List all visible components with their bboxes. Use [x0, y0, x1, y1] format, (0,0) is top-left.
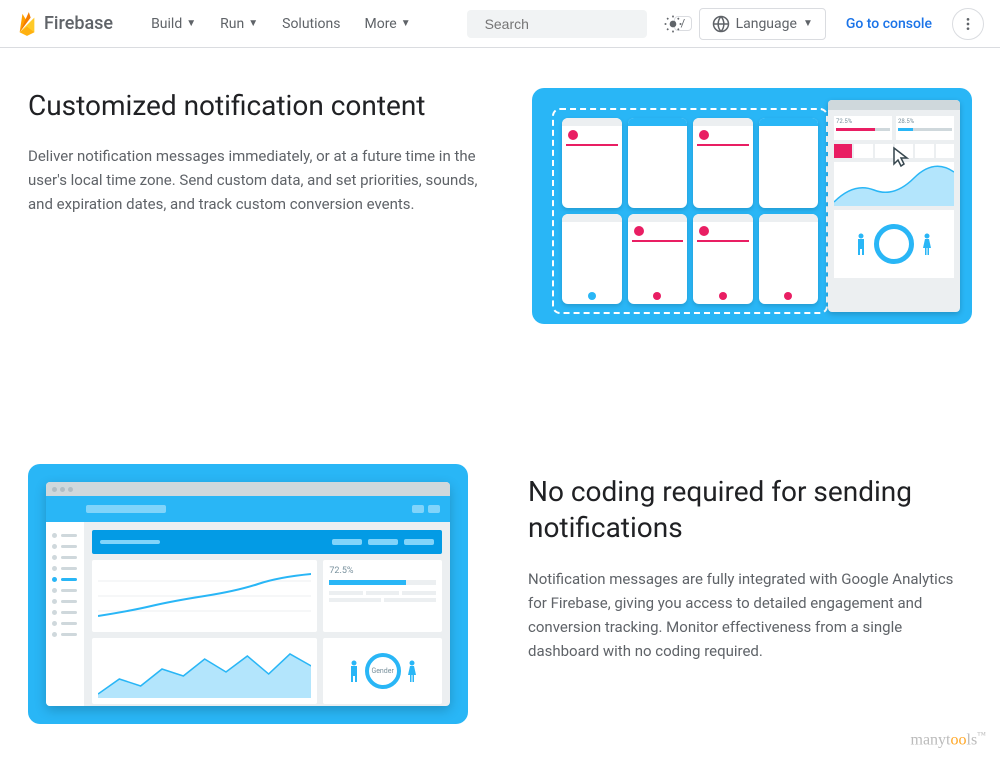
- selected-color-swatch: [834, 144, 852, 158]
- brand-name: Firebase: [44, 13, 113, 34]
- donut-chart: Gender: [365, 653, 401, 689]
- male-icon: [349, 659, 359, 683]
- top-nav: Firebase Build ▼ Run ▼ Solutions More ▼ …: [0, 0, 1000, 48]
- search-input[interactable]: [485, 16, 666, 32]
- feature-1-title: Customized notification content: [28, 88, 492, 124]
- chevron-down-icon: ▼: [248, 18, 258, 29]
- bell-icon: [568, 130, 578, 140]
- nav-run[interactable]: Run ▼: [210, 8, 268, 40]
- male-icon: [856, 233, 866, 255]
- bell-icon: [634, 226, 644, 236]
- firebase-flame-icon: [16, 10, 38, 38]
- feature-1-text: Customized notification content Deliver …: [28, 88, 492, 216]
- feature-2-description: Notification messages are fully integrat…: [528, 567, 972, 663]
- language-selector[interactable]: Language ▼: [699, 8, 826, 40]
- feature-2-title: No coding required for sending notificat…: [528, 474, 972, 547]
- page-content: Customized notification content Deliver …: [0, 48, 1000, 724]
- language-label: Language: [736, 16, 797, 32]
- overflow-menu[interactable]: [952, 8, 984, 40]
- console-main: 72.5%: [84, 522, 450, 706]
- browser-chrome: [46, 482, 450, 496]
- panel-header: [92, 530, 442, 554]
- browser-mockup: 72.5%: [46, 482, 450, 706]
- nav-more[interactable]: More ▼: [354, 8, 420, 40]
- cursor-icon: [892, 146, 910, 168]
- donut-chart: [874, 224, 914, 264]
- area-chart-panel: [92, 638, 317, 704]
- bell-icon: [699, 130, 709, 140]
- phones-group: [552, 108, 828, 314]
- phone-mockup: [562, 118, 622, 208]
- phone-mockup: [693, 118, 753, 208]
- phone-mockup: [562, 214, 622, 304]
- feature-section-1: Customized notification content Deliver …: [28, 88, 972, 324]
- chevron-down-icon: ▼: [803, 18, 813, 29]
- phone-mockup: [693, 214, 753, 304]
- primary-nav: Build ▼ Run ▼ Solutions More ▼: [141, 8, 421, 40]
- nav-solutions[interactable]: Solutions: [272, 8, 350, 40]
- female-icon: [407, 659, 417, 683]
- go-to-console-link[interactable]: Go to console: [834, 8, 944, 40]
- phone-mockup: [628, 214, 688, 304]
- chevron-down-icon: ▼: [401, 18, 411, 29]
- sidebar-active-item: [46, 574, 84, 585]
- watermark: manytools™: [911, 730, 987, 749]
- firebase-logo[interactable]: Firebase: [16, 10, 113, 38]
- sun-icon: [663, 14, 683, 34]
- nav-more-label: More: [364, 16, 396, 32]
- nav-run-label: Run: [220, 16, 244, 32]
- dashboard-panel: 72.5% 28.5%: [828, 100, 960, 312]
- feature-1-illustration: 72.5% 28.5%: [532, 88, 972, 324]
- stat-a: 72.5%: [834, 116, 892, 140]
- phone-mockup: [628, 118, 688, 208]
- more-vert-icon: [960, 16, 976, 32]
- phone-mockup: [759, 118, 819, 208]
- percent-label: 72.5%: [329, 566, 436, 576]
- feature-2-text: No coding required for sending notificat…: [528, 464, 972, 663]
- feature-2-illustration: 72.5%: [28, 464, 468, 724]
- phone-mockup: [759, 214, 819, 304]
- mini-line-chart: [834, 162, 954, 206]
- search-box[interactable]: /: [467, 10, 647, 38]
- bell-icon: [699, 226, 709, 236]
- theme-toggle[interactable]: [655, 6, 691, 42]
- gender-label: Gender: [371, 667, 393, 675]
- female-icon: [922, 233, 932, 255]
- nav-build-label: Build: [151, 16, 182, 32]
- globe-icon: [712, 15, 730, 33]
- console-header: [46, 496, 450, 522]
- stat-b: 28.5%: [896, 116, 954, 140]
- line-chart-panel: [92, 560, 317, 632]
- nav-build[interactable]: Build ▼: [141, 8, 206, 40]
- feature-1-description: Deliver notification messages immediatel…: [28, 144, 478, 216]
- demographics-panel: [834, 210, 954, 278]
- feature-section-2: 72.5%: [28, 464, 972, 724]
- console-sidebar: [46, 522, 84, 706]
- percent-panel: 72.5%: [323, 560, 442, 632]
- nav-solutions-label: Solutions: [282, 16, 340, 32]
- chevron-down-icon: ▼: [186, 18, 196, 29]
- gender-panel: Gender: [323, 638, 442, 704]
